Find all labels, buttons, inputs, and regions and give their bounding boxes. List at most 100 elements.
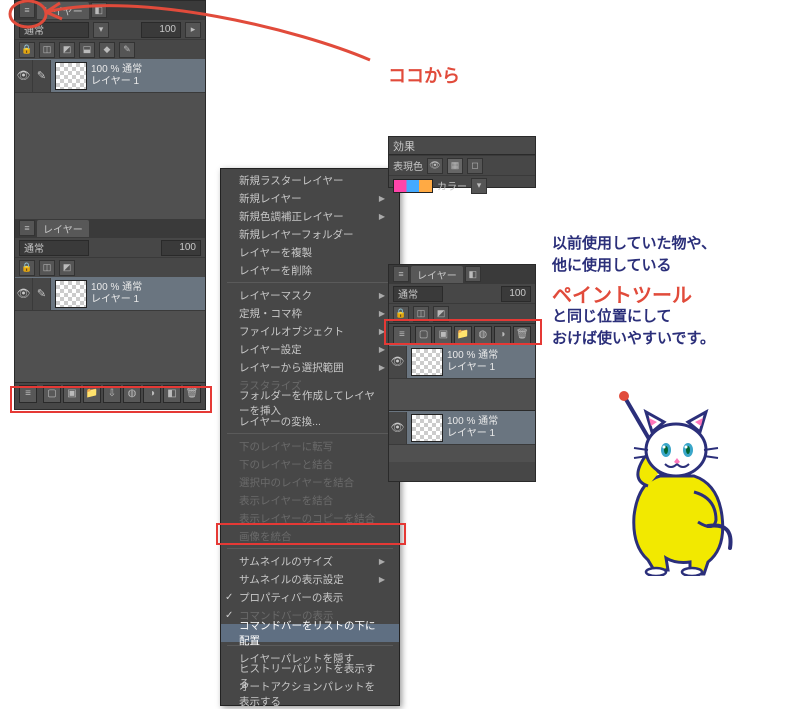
- cmd-delete-icon[interactable]: 🗑: [183, 385, 201, 403]
- opacity-input[interactable]: 100: [501, 286, 531, 302]
- menu-item[interactable]: フォルダーを作成してレイヤーを挿入: [221, 394, 399, 412]
- blend-row-2: 通常 100: [15, 237, 205, 257]
- submenu-arrow-icon: ▶: [379, 575, 385, 584]
- layer-item[interactable]: 👁 100 % 通常 レイヤー 1: [389, 411, 535, 445]
- blend-mode-select[interactable]: 通常: [393, 286, 443, 302]
- layer-item[interactable]: 👁 ✎ 100 % 通常 レイヤー 1: [15, 277, 205, 311]
- lock-alpha-icon[interactable]: ◩: [59, 260, 75, 276]
- menu-item-label: 新規ラスターレイヤー: [239, 173, 343, 188]
- cmd-merge-icon[interactable]: ◍: [123, 385, 141, 403]
- cmd-transfer-icon[interactable]: ⇩: [103, 385, 121, 403]
- menu-item: 下のレイヤーに転写: [221, 437, 399, 455]
- clip-icon[interactable]: ⬓: [79, 42, 95, 58]
- lock-row-2: 🔒 ◫ ◩: [15, 257, 205, 277]
- tab-layers[interactable]: レイヤー: [411, 266, 463, 283]
- command-bar-bottom: ≡ ▢ ▣ 📁 ⇩ ◍ ◑ ◧ 🗑: [15, 382, 205, 404]
- menu-item[interactable]: 定規・コマ枠▶: [221, 304, 399, 322]
- draft-icon[interactable]: ✎: [119, 42, 135, 58]
- visibility-toggle[interactable]: 👁: [389, 412, 407, 444]
- lock-pixel-icon[interactable]: ◫: [39, 42, 55, 58]
- visibility-toggle[interactable]: 👁: [15, 278, 33, 310]
- menu-item[interactable]: 新規色調補正レイヤー ▶: [221, 207, 399, 225]
- layer-list-2: 👁 ✎ 100 % 通常 レイヤー 1: [15, 277, 205, 382]
- menu-item[interactable]: レイヤーを削除: [221, 261, 399, 279]
- panel-tabs: ≡ レイヤー ◧: [15, 1, 205, 19]
- color-swatch[interactable]: [393, 179, 433, 193]
- lock-icon[interactable]: 🔒: [393, 306, 409, 322]
- opacity-value: 100: [159, 24, 176, 35]
- tab-layers-2[interactable]: レイヤー: [37, 220, 89, 237]
- panel-menu-icon[interactable]: ≡: [393, 266, 409, 282]
- menu-item-label: 新規色調補正レイヤー: [239, 209, 344, 224]
- cmd-ruler-icon[interactable]: ◧: [163, 385, 181, 403]
- visibility-toggle[interactable]: 👁: [15, 60, 33, 92]
- cmd-mask-icon[interactable]: ◑: [143, 385, 161, 403]
- menu-item[interactable]: ファイルオブジェクト▶: [221, 322, 399, 340]
- layer-item[interactable]: 👁 ✎ 100 % 通常 レイヤー 1: [15, 59, 205, 93]
- cmd-new-layer-icon[interactable]: ▣: [63, 385, 81, 403]
- layer-palette-right: ≡ レイヤー ◧ 通常 100 🔒 ◫ ◩ ≡ ▢ ▣ 📁 ◍ ◑ 🗑 👁 10…: [388, 264, 536, 482]
- layer-name-label: レイヤー 1: [447, 428, 498, 440]
- menu-item[interactable]: レイヤーから選択範囲▶: [221, 358, 399, 376]
- tab-layers-label: レイヤー: [417, 271, 457, 282]
- menu-item[interactable]: レイヤーを複製: [221, 243, 399, 261]
- blend-mode-select[interactable]: 通常: [19, 22, 89, 38]
- layer-item[interactable]: 👁 100 % 通常 レイヤー 1: [389, 345, 535, 379]
- menu-item-label: レイヤーから選択範囲: [239, 360, 344, 375]
- lock-pixel-icon[interactable]: ◫: [413, 306, 429, 322]
- layer-palette-left: ≡ レイヤー ◧ 通常 ▾ 100 ▸ 🔒 ◫ ◩ ⬓ ◆ ✎ 👁 ✎ 100 …: [14, 0, 206, 410]
- cmd-merge-icon[interactable]: ◍: [474, 326, 492, 344]
- tab-extra-icon[interactable]: ◧: [91, 2, 107, 18]
- panel-menu-icon[interactable]: ≡: [19, 2, 35, 18]
- menu-item[interactable]: レイヤーマスク▶: [221, 286, 399, 304]
- lock-icon[interactable]: 🔒: [19, 42, 35, 58]
- menu-item[interactable]: 新規レイヤーフォルダー: [221, 225, 399, 243]
- edit-toggle[interactable]: ✎: [33, 60, 51, 92]
- menu-item-label: プロパティバーの表示: [239, 590, 343, 605]
- menu-item[interactable]: コマンドバーをリストの下に配置: [221, 624, 399, 642]
- cmd-new-raster-icon[interactable]: ▢: [43, 385, 61, 403]
- layer-opacity-label: 100 % 通常: [91, 282, 142, 294]
- panel-menu-icon[interactable]: ≡: [19, 220, 35, 236]
- cmd-new-raster-icon[interactable]: ▢: [415, 326, 433, 344]
- square-icon[interactable]: ◻: [467, 158, 483, 174]
- cmd-mask-icon[interactable]: ◑: [494, 326, 512, 344]
- tab-layers[interactable]: レイヤー: [37, 2, 89, 19]
- submenu-arrow-icon: ▶: [379, 212, 385, 221]
- grid-icon[interactable]: ▦: [447, 158, 463, 174]
- submenu-arrow-icon: ▶: [379, 327, 385, 336]
- menu-item[interactable]: オートアクションパレットを表示する: [221, 685, 399, 703]
- menu-item[interactable]: 新規レイヤー▶: [221, 189, 399, 207]
- opacity-stepper-icon[interactable]: ▸: [185, 22, 201, 38]
- cmd-new-folder-icon[interactable]: 📁: [83, 385, 101, 403]
- ref-icon[interactable]: ◆: [99, 42, 115, 58]
- lock-icon[interactable]: 🔒: [19, 260, 35, 276]
- menu-item[interactable]: レイヤー設定▶: [221, 340, 399, 358]
- edit-toggle[interactable]: ✎: [33, 278, 51, 310]
- opacity-input[interactable]: 100: [141, 22, 181, 38]
- lock-alpha-icon[interactable]: ◩: [59, 42, 75, 58]
- chevron-down-icon[interactable]: ▾: [93, 22, 109, 38]
- eye-icon[interactable]: 👁: [427, 158, 443, 174]
- blend-mode-select-2[interactable]: 通常: [19, 240, 89, 256]
- visibility-toggle[interactable]: 👁: [389, 346, 407, 378]
- menu-item: 表示レイヤーを結合: [221, 491, 399, 509]
- menu-item[interactable]: 新規ラスターレイヤー: [221, 171, 399, 189]
- menu-item[interactable]: サムネイルの表示設定▶: [221, 570, 399, 588]
- cmd-check-icon[interactable]: ≡: [393, 326, 411, 344]
- opacity-input-2[interactable]: 100: [161, 240, 201, 256]
- chevron-down-icon[interactable]: ▾: [471, 178, 487, 194]
- cmd-delete-icon[interactable]: 🗑: [513, 326, 531, 344]
- cmd-new-folder-icon[interactable]: 📁: [454, 326, 472, 344]
- tab-extra-icon[interactable]: ◧: [465, 266, 481, 282]
- menu-item[interactable]: ✓プロパティバーの表示: [221, 588, 399, 606]
- cmd-check-icon[interactable]: ≡: [19, 385, 37, 403]
- lock-alpha-icon[interactable]: ◩: [433, 306, 449, 322]
- cmd-new-layer-icon[interactable]: ▣: [434, 326, 452, 344]
- lock-pixel-icon[interactable]: ◫: [39, 260, 55, 276]
- menu-item[interactable]: レイヤーの変換...: [221, 412, 399, 430]
- layer-name-label: レイヤー 1: [91, 294, 142, 306]
- menu-item[interactable]: サムネイルのサイズ▶: [221, 552, 399, 570]
- menu-item-label: オートアクションパレットを表示する: [239, 679, 385, 709]
- layer-opacity-label: 100 % 通常: [447, 416, 498, 428]
